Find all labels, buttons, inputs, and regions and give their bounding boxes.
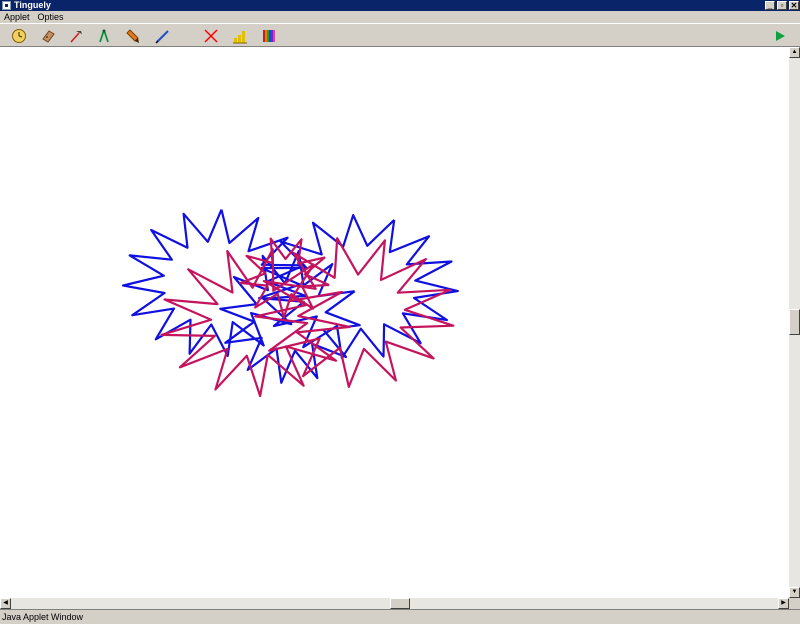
crayon-tool-button[interactable] <box>122 26 142 46</box>
eraser-tool-button[interactable] <box>38 26 58 46</box>
clear-x-icon <box>204 29 218 43</box>
scroll-left-button[interactable]: ◀ <box>0 598 11 609</box>
vertical-scrollbar[interactable]: ▲ ▼ <box>789 47 800 598</box>
color-palette-tool-button[interactable] <box>259 26 279 46</box>
scroll-down-button[interactable]: ▼ <box>789 587 800 598</box>
menu-bar: Applet Opties <box>0 11 800 23</box>
crayon-icon <box>126 29 139 43</box>
scroll-up-button[interactable]: ▲ <box>789 47 800 58</box>
clear-tool-button[interactable] <box>201 26 221 46</box>
drawing-surface <box>122 209 459 398</box>
play-button[interactable] <box>770 26 790 46</box>
minimize-button[interactable]: _ <box>765 1 775 10</box>
title-bar: Tinguely _ ▫ ✕ <box>0 0 800 11</box>
bar-chart-tool-button[interactable] <box>230 26 250 46</box>
vertical-scroll-thumb[interactable] <box>789 309 800 335</box>
play-icon <box>776 31 785 41</box>
close-button[interactable]: ✕ <box>789 1 799 10</box>
eraser-icon <box>42 30 55 43</box>
pen-icon <box>155 30 169 44</box>
hammer-tool-button[interactable] <box>66 26 86 46</box>
toolbar <box>0 23 800 47</box>
color-palette-icon <box>263 30 275 42</box>
menu-opties[interactable]: Opties <box>34 11 68 23</box>
maximize-button[interactable]: ▫ <box>777 1 787 10</box>
bar-chart-icon <box>233 31 247 44</box>
horizontal-scroll-thumb[interactable] <box>390 598 410 609</box>
status-bar: Java Applet Window <box>0 609 800 624</box>
java-app-icon <box>2 1 11 10</box>
compass-tool-button[interactable] <box>94 26 114 46</box>
compass-icon <box>99 29 109 43</box>
clock-icon <box>12 29 26 43</box>
scrollbar-corner <box>789 598 800 609</box>
status-text: Java Applet Window <box>2 612 84 622</box>
scroll-right-button[interactable]: ▶ <box>778 598 789 609</box>
pen-tool-button[interactable] <box>152 26 172 46</box>
horizontal-scrollbar[interactable]: ◀ ▶ <box>0 598 789 609</box>
clock-tool-button[interactable] <box>9 26 29 46</box>
drawing-canvas[interactable] <box>0 47 789 598</box>
menu-applet[interactable]: Applet <box>0 11 34 23</box>
hammer-icon <box>70 31 82 43</box>
window-title: Tinguely <box>14 0 51 10</box>
